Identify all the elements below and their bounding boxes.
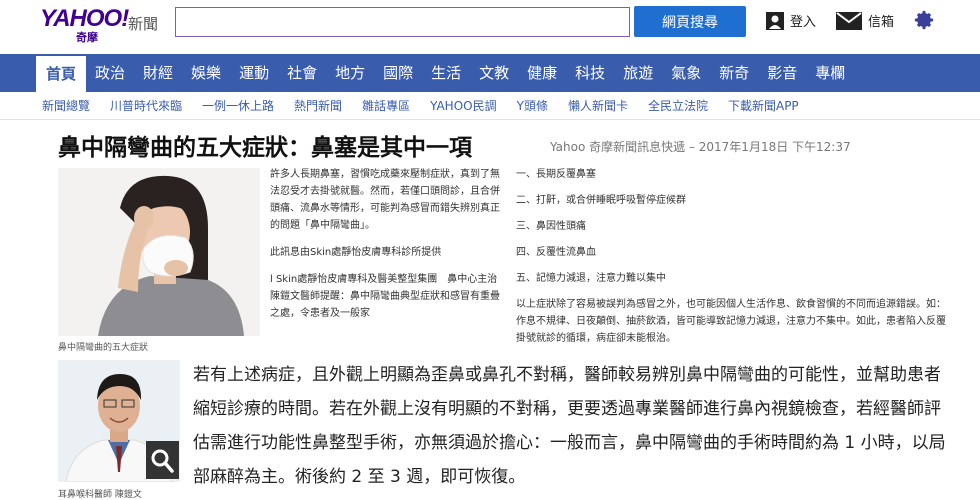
login-link[interactable]: 登入 [766, 11, 816, 30]
subnav-link[interactable]: 全民立法院 [648, 92, 728, 120]
subnav-link[interactable]: 雛話專區 [362, 92, 430, 120]
symptoms-column: 一、長期反覆鼻塞 二、打鼾，或合併睡眠呼吸暫停症候群 三、鼻因性頭痛 四、反覆性… [516, 166, 946, 347]
nav-item[interactable]: 娛樂 [182, 54, 230, 92]
search-input[interactable] [175, 7, 630, 37]
intro-paragraph: 許多人長期鼻塞，習慣吃成藥來壓制症狀，真到了無法忍受才去掛號就醫。然而，若僅口頭… [270, 169, 500, 231]
main-paragraph: 若有上述病症，且外觀上明顯為歪鼻或鼻孔不對稱，醫師較易辨別鼻中隔彎曲的可能性，並… [193, 365, 946, 487]
main-nav: 首頁 政治 財經 娛樂 運動 社會 地方 國際 生活 文教 健康 科技 旅遊 氣象 新奇 影音 專欄 [0, 54, 980, 92]
mail-icon [836, 11, 862, 30]
section-label: 新聞 [128, 15, 159, 33]
symptom-item: 四、反覆性流鼻血 [516, 247, 596, 258]
top-bar: YAHOO! 奇摩 新聞 網頁搜尋 登入 信箱 [0, 0, 980, 48]
nav-item[interactable]: 科技 [566, 54, 614, 92]
subnav-link[interactable]: 懶人新聞卡 [568, 92, 648, 120]
yahoo-logo[interactable]: YAHOO! 奇摩 新聞 [40, 5, 158, 44]
nav-item[interactable]: 影音 [758, 54, 806, 92]
article-title: 鼻中隔彎曲的五大症狀：鼻塞是其中一項 [58, 135, 472, 161]
magnifier-icon [151, 449, 174, 473]
user-icon [766, 11, 784, 30]
article-image-woman[interactable] [58, 168, 260, 336]
symptom-item: 二、打鼾，或合併睡眠呼吸暫停症候群 [516, 195, 686, 206]
nav-item[interactable]: 新奇 [710, 54, 758, 92]
nav-item[interactable]: 旅遊 [614, 54, 662, 92]
symptom-item: 一、長期反覆鼻塞 [516, 169, 596, 180]
nav-item[interactable]: 財經 [134, 54, 182, 92]
subnav-link[interactable]: 新聞總覽 [42, 92, 110, 120]
logo-sub: 奇摩 [76, 31, 98, 44]
nav-item[interactable]: 生活 [422, 54, 470, 92]
doctor-quote-paragraph: l Skin處靜怡皮膚專科及醫美整型集團 鼻中心主治 陳鎧文醫師提醒：鼻中隔彎曲… [270, 274, 508, 319]
nav-item[interactable]: 地方 [326, 54, 374, 92]
mail-label: 信箱 [868, 15, 895, 30]
nav-item[interactable]: 政治 [86, 54, 134, 92]
nav-item[interactable]: 運動 [230, 54, 278, 92]
intro-column: 許多人長期鼻塞，習慣吃成藥來壓制症狀，真到了無法忍受才去掛號就醫。然而，若僅口頭… [270, 166, 508, 332]
subnav-link[interactable]: 下載新聞APP [728, 92, 819, 120]
subnav-link[interactable]: Y頭條 [517, 92, 568, 120]
article-byline: Yahoo 奇摩新聞訊息快遞 – 2017年1月18日 下午12:37 [550, 140, 851, 154]
symptom-item: 三、鼻因性頭痛 [516, 221, 586, 232]
sub-nav: 新聞總覽 川普時代來臨 一例一休上路 熱門新聞 雛話專區 YAHOO民調 Y頭條 懶人新聞卡全… [0, 92, 980, 120]
nav-item[interactable]: 氣象 [662, 54, 710, 92]
sponsor-line: 此訊息由Skin處靜怡皮膚專科診所提供 [270, 247, 442, 258]
symptoms-note-paragraph: 以上症狀除了容易被誤判為感冒之外，也可能因個人生活作息、飲食習慣的不同而追源錯誤… [516, 299, 946, 344]
woman-sneezing-illustration [58, 168, 260, 336]
gear-icon[interactable] [913, 9, 935, 31]
image1-caption: 鼻中隔彎曲的五大症狀 [58, 343, 149, 353]
mail-link[interactable]: 信箱 [836, 11, 894, 30]
symptom-item: 五、記憶力減退，注意力難以集中 [516, 273, 666, 284]
zoom-button[interactable] [146, 441, 179, 479]
subnav-link[interactable]: YAHOO民調 [430, 92, 517, 120]
subnav-link[interactable]: 一例一休上路 [202, 92, 294, 120]
nav-item[interactable]: 專欄 [806, 54, 854, 92]
nav-item[interactable]: 文教 [470, 54, 518, 92]
nav-item[interactable]: 社會 [278, 54, 326, 92]
subnav-link[interactable]: 熱門新聞 [294, 92, 362, 120]
web-search-button[interactable]: 網頁搜尋 [634, 6, 746, 37]
nav-item[interactable]: 首頁 [36, 56, 87, 92]
subnav-link[interactable]: 川普時代來臨 [110, 92, 202, 120]
image2-caption: 耳鼻喉科醫師 陳鎧文 [58, 490, 142, 500]
nav-item[interactable]: 健康 [518, 54, 566, 92]
login-label: 登入 [790, 15, 817, 30]
nav-item[interactable]: 國際 [374, 54, 422, 92]
